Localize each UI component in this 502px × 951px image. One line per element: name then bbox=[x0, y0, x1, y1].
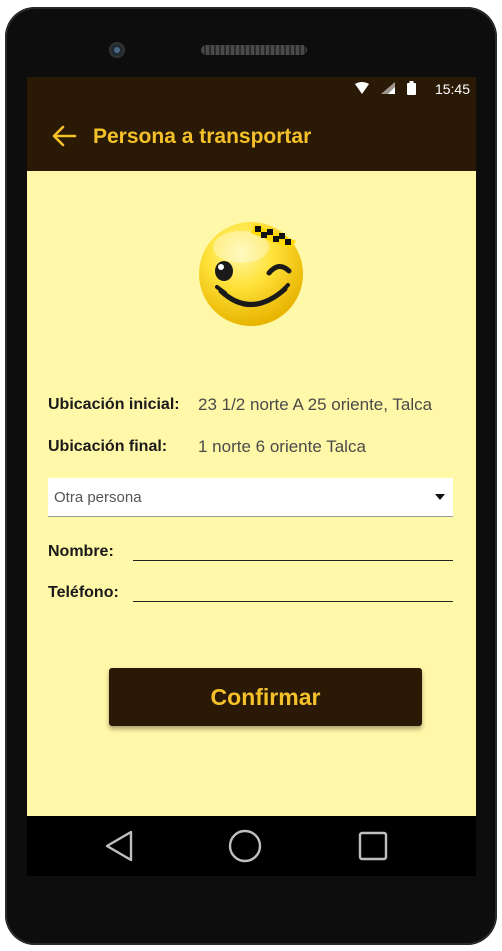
app-screen: 15:45 Persona a transportar Ubicación in… bbox=[27, 77, 476, 816]
battery-icon bbox=[407, 81, 416, 95]
system-nav-bar bbox=[27, 816, 476, 876]
caret-down-icon bbox=[435, 494, 445, 500]
winking-taxi-smiley-logo bbox=[199, 222, 303, 326]
camera-icon bbox=[109, 42, 125, 58]
app-bar: Persona a transportar bbox=[27, 101, 476, 171]
passenger-select[interactable]: Otra persona bbox=[48, 478, 453, 517]
name-label: Nombre: bbox=[48, 543, 114, 560]
name-input[interactable] bbox=[133, 534, 453, 561]
status-bar: 15:45 bbox=[27, 77, 476, 101]
confirm-button[interactable]: Confirmar bbox=[109, 668, 422, 726]
arrow-left-icon[interactable] bbox=[51, 123, 77, 149]
signal-icon bbox=[381, 82, 395, 94]
phone-input[interactable] bbox=[133, 575, 453, 602]
speaker-grille bbox=[201, 45, 307, 55]
circle-home-icon[interactable] bbox=[227, 828, 263, 864]
origin-value: 23 1/2 norte A 25 oriente, Talca bbox=[198, 395, 433, 414]
square-recents-icon[interactable] bbox=[355, 828, 391, 864]
destination-label: Ubicación final: bbox=[48, 438, 168, 455]
destination-value: 1 norte 6 oriente Talca bbox=[198, 437, 366, 456]
phone-label: Teléfono: bbox=[48, 584, 119, 601]
origin-label: Ubicación inicial: bbox=[48, 396, 180, 413]
status-icons bbox=[355, 81, 416, 95]
wifi-icon bbox=[355, 82, 369, 94]
passenger-select-value: Otra persona bbox=[54, 489, 142, 506]
status-time: 15:45 bbox=[434, 81, 470, 97]
triangle-back-icon[interactable] bbox=[101, 828, 137, 864]
page-title: Persona a transportar bbox=[93, 125, 312, 148]
